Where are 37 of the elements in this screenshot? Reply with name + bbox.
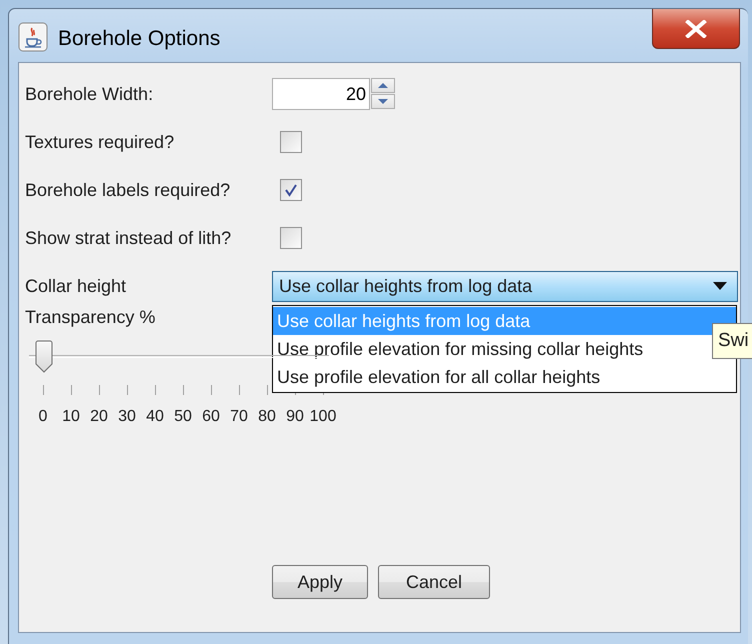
cancel-button[interactable]: Cancel (378, 565, 490, 599)
close-button[interactable] (652, 9, 740, 49)
dropdown[interactable]: Use collar heights from log data (272, 270, 738, 302)
checkbox[interactable] (280, 179, 302, 201)
tick-label: 100 (309, 407, 337, 427)
spin-down-button[interactable] (371, 94, 395, 109)
field-label: Collar height (25, 274, 128, 298)
checkbox-label: Textures required? (25, 130, 176, 154)
down-arrow-icon (377, 97, 389, 106)
checkbox-label: Borehole labels required? (25, 178, 232, 202)
caret-icon (713, 282, 727, 290)
window-title: Borehole Options (58, 26, 220, 52)
tooltip: Swi (712, 323, 752, 359)
field-label: Borehole Width: (25, 82, 154, 106)
tick-label: 40 (145, 407, 165, 427)
tick-label: 90 (285, 407, 305, 427)
tick-label: 70 (229, 407, 249, 427)
dropdown-option[interactable]: Use profile elevation for all collar heights (273, 363, 736, 391)
checkbox-label: Show strat instead of lith? (25, 226, 232, 250)
tick-label: 50 (173, 407, 193, 427)
spin-up-button[interactable] (371, 78, 395, 93)
tick-label: 0 (38, 407, 48, 427)
number-field[interactable]: 20 (272, 78, 370, 110)
apply-button[interactable]: Apply (272, 565, 368, 599)
tick-label: 20 (89, 407, 109, 427)
field-label: Transparency % (25, 306, 156, 329)
tick-label: 10 (61, 407, 81, 427)
java-cup-icon (18, 22, 48, 52)
checkbox[interactable] (280, 227, 302, 249)
up-arrow-icon (377, 81, 389, 90)
checkbox[interactable] (280, 131, 302, 153)
tick-label: 30 (117, 407, 137, 427)
tick-label: 80 (257, 407, 277, 427)
checkmark-icon (284, 183, 298, 197)
close-icon (685, 20, 707, 38)
slider-thumb[interactable] (35, 340, 53, 373)
tick-label: 60 (201, 407, 221, 427)
